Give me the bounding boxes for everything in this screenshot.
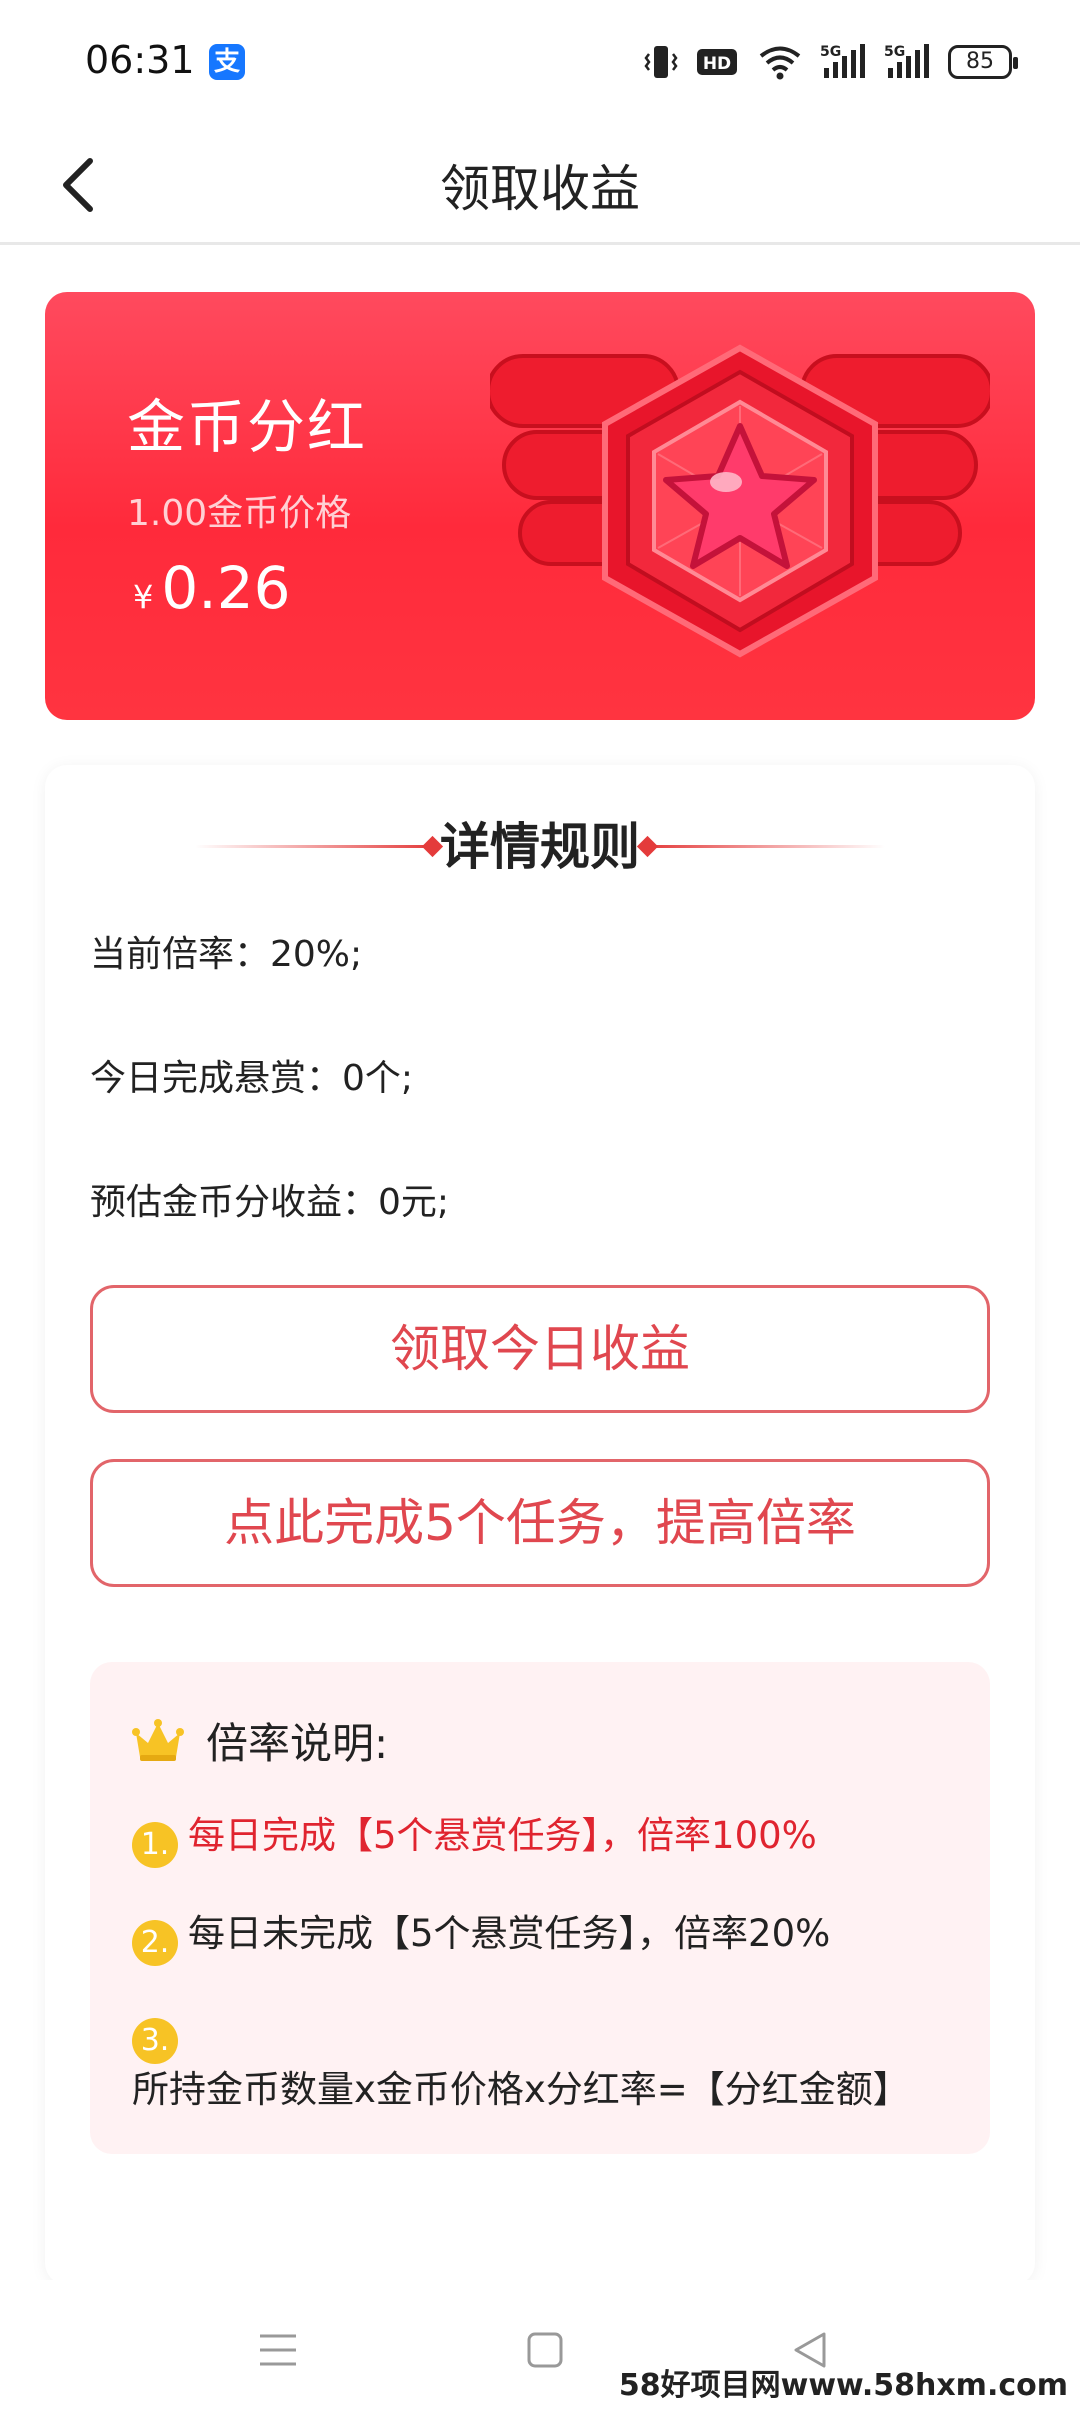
signal-5g-icon: 5G	[820, 42, 866, 82]
page-title: 领取收益	[440, 160, 640, 218]
explanation-text-1: 每日完成【5个悬赏任务】，倍率100%	[188, 1814, 817, 1857]
page: 06:31 支 HD 5G 5G 85 领取收益 金币分红 1.00金币价格 ¥…	[0, 0, 1080, 2412]
svg-text:5G: 5G	[884, 44, 905, 60]
status-bar: 06:31 支 HD 5G 5G 85	[0, 0, 1080, 125]
rate-explanation: 倍率说明: 1. 每日完成【5个悬赏任务】，倍率100% 2. 每日未完成【5个悬赏…	[90, 1662, 990, 2154]
boost-rate-button[interactable]: 点此完成5个任务，提高倍率	[90, 1459, 990, 1587]
watermark: 58好项目网www.58hxm.com	[618, 2368, 1068, 2403]
current-rate: 当前倍率：20%;	[90, 934, 363, 975]
menu-icon	[260, 2334, 296, 2366]
explanation-text-2: 每日未完成【5个悬赏任务】，倍率20%	[188, 1912, 831, 1955]
dividend-banner: 金币分红 1.00金币价格 ¥ 0.26	[45, 292, 1035, 720]
currency-symbol: ¥	[133, 578, 154, 616]
rules-title: 详情规则	[440, 818, 640, 876]
svg-text:HD: HD	[703, 54, 731, 74]
explanation-header: 倍率说明:	[132, 1710, 388, 1771]
explanation-item-1: 1. 每日完成【5个悬赏任务】，倍率100%	[132, 1810, 952, 1868]
battery-indicator: 85	[948, 45, 1018, 79]
crown-icon	[132, 1718, 184, 1761]
explanation-item-3: 3.所持金币数量x金币价格x分红率=【分红金额】	[132, 2006, 952, 2116]
signal-5g-icon-2: 5G	[884, 42, 930, 82]
estimated-earnings: 预估金币分收益：0元;	[90, 1182, 450, 1223]
banner-title: 金币分红	[127, 393, 368, 461]
number-badge-1: 1.	[132, 1822, 178, 1868]
hd-icon: HD	[696, 46, 740, 78]
number-badge-2: 2.	[132, 1920, 178, 1966]
amount-value: 0.26	[161, 554, 291, 622]
today-completed: 今日完成悬赏：0个;	[90, 1058, 414, 1099]
divider-line-right	[645, 845, 885, 848]
app-header: 领取收益	[0, 125, 1080, 245]
star-medal-icon	[490, 344, 990, 658]
details-card: 详情规则 当前倍率：20%; 今日完成悬赏：0个; 预估金币分收益：0元; 领取…	[45, 765, 1035, 2285]
coin-price: 1.00金币价格	[127, 493, 352, 534]
explanation-text-3: 所持金币数量x金币价格x分红率=【分红金额】	[132, 2068, 910, 2111]
home-square-icon	[527, 2332, 563, 2368]
number-badge-3: 3.	[132, 2018, 178, 2064]
home-button[interactable]	[505, 2310, 585, 2390]
svg-text:5G: 5G	[820, 44, 841, 60]
explanation-item-2: 2. 每日未完成【5个悬赏任务】，倍率20%	[132, 1908, 952, 1966]
status-time: 06:31	[85, 38, 195, 82]
rules-header: 详情规则	[45, 807, 1035, 887]
dividend-amount: ¥ 0.26	[133, 554, 291, 622]
alipay-icon: 支	[209, 44, 245, 80]
vibrate-icon	[644, 42, 678, 82]
menu-button[interactable]	[238, 2310, 318, 2390]
explanation-title: 倍率说明:	[206, 1719, 389, 1768]
wifi-icon	[758, 44, 802, 80]
claim-earnings-button[interactable]: 领取今日收益	[90, 1285, 990, 1413]
system-icons: HD 5G 5G 85	[644, 40, 1018, 84]
